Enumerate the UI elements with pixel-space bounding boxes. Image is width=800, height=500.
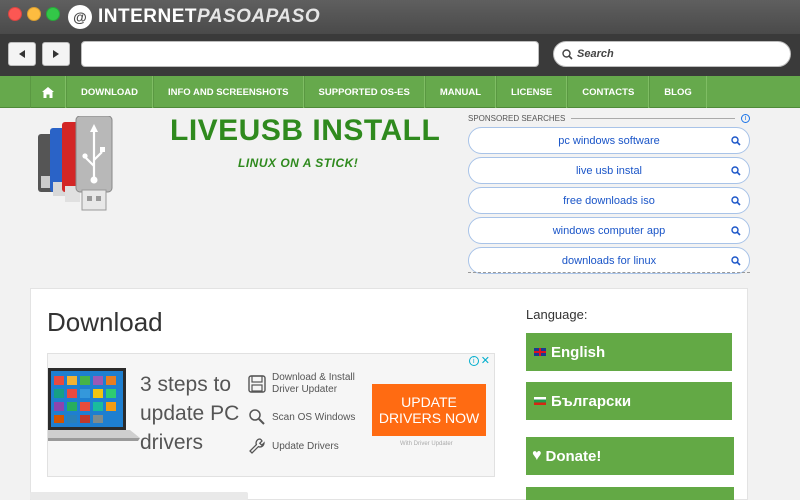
site-nav-menu: DOWNLOAD INFO AND SCREENSHOTS SUPPORTED … (0, 76, 800, 108)
window-titlebar: @ INTERNET PASOAPASO (0, 0, 800, 34)
ad-step-label: Download & Install Driver Updater (272, 372, 355, 395)
search-icon (731, 226, 741, 236)
language-label: Language: (526, 307, 588, 322)
forward-button[interactable] (42, 42, 70, 66)
sponsored-divider (468, 272, 750, 273)
right-arrow-icon (53, 50, 59, 58)
content-panel: Download i ✕ 3 steps to update PC driver… (30, 288, 748, 500)
sponsored-link-label: pc windows software (558, 134, 660, 147)
nav-home[interactable] (30, 76, 66, 108)
brand-text-part1: INTERNET (98, 6, 197, 27)
search-icon (562, 48, 573, 60)
back-button[interactable] (8, 42, 36, 66)
close-window-button[interactable] (8, 7, 22, 21)
sponsored-label: SPONSORED SEARCHES (468, 113, 566, 123)
magnifier-icon (249, 409, 265, 425)
nav-supported-os[interactable]: SUPPORTED OS-ES (303, 76, 425, 108)
home-icon (42, 86, 54, 98)
sponsored-link-label: downloads for linux (561, 254, 657, 267)
search-icon (731, 166, 741, 176)
nav-contacts[interactable]: CONTACTS (567, 76, 650, 108)
nav-blog[interactable]: BLOG (649, 76, 707, 108)
bulgaria-flag-icon (534, 397, 546, 405)
ad-info-icon[interactable]: i (468, 356, 479, 366)
language-label-english: English (551, 343, 606, 361)
search-icon (731, 196, 741, 206)
donate-label: Donate! (545, 447, 602, 465)
maximize-window-button[interactable] (46, 7, 60, 21)
donate-button[interactable]: ♥ Donate! (526, 437, 734, 475)
ad-step-label: Scan OS Windows (272, 411, 356, 423)
ad-headline: 3 steps to update PC drivers (140, 373, 240, 454)
site-title: LIVEUSB INSTALL (170, 114, 441, 147)
nav-manual[interactable]: MANUAL (424, 76, 497, 108)
ad-step-scan: Scan OS Windows (248, 408, 355, 426)
left-arrow-icon (19, 50, 25, 58)
page-heading: Download (47, 307, 163, 337)
search-placeholder: Search (577, 48, 614, 60)
ad-step-update: Update Drivers (248, 437, 339, 455)
language-label-bulgarian: Български (551, 392, 632, 410)
info-icon[interactable]: i (741, 113, 750, 123)
language-bulgarian-button[interactable]: Български (526, 382, 732, 420)
sponsored-searches: SPONSORED SEARCHES i pc windows software… (468, 112, 750, 274)
sponsored-link[interactable]: downloads for linux (468, 247, 750, 274)
address-bar[interactable] (81, 41, 539, 67)
ad-subtext: With Driver Updater (400, 441, 453, 447)
uk-flag-icon (534, 348, 546, 356)
sponsored-link[interactable]: live usb instal (468, 157, 750, 184)
ad-close-icon[interactable]: ✕ (481, 356, 490, 367)
watermark-logo: @ INTERNET PASOAPASO (68, 4, 320, 30)
nav-license[interactable]: LICENSE (496, 76, 568, 108)
sponsored-link[interactable]: free downloads iso (468, 187, 750, 214)
horizontal-scrollbar[interactable] (30, 492, 248, 500)
cta-line2: DRIVERS NOW (378, 410, 480, 426)
wrench-icon (249, 438, 265, 454)
minimize-window-button[interactable] (27, 7, 41, 21)
sponsored-link[interactable]: pc windows software (468, 127, 750, 154)
update-drivers-button[interactable]: UPDATE DRIVERS NOW (372, 384, 486, 436)
ad-step-download: Download & Install Driver Updater (248, 372, 368, 396)
heart-icon: ♥ (532, 447, 542, 464)
sponsored-link[interactable]: windows computer app (468, 217, 750, 244)
nav-info-screenshots[interactable]: INFO AND SCREENSHOTS (153, 76, 304, 108)
search-icon (731, 136, 741, 146)
search-icon (731, 256, 741, 266)
save-icon (248, 375, 266, 393)
search-input[interactable]: Search (553, 41, 791, 67)
cta-line1: UPDATE (401, 394, 457, 410)
language-english-button[interactable]: English (526, 333, 732, 371)
sponsored-link-label: free downloads iso (563, 194, 655, 207)
nav-download[interactable]: DOWNLOAD (66, 76, 153, 108)
sponsored-link-label: live usb instal (575, 164, 643, 177)
sponsored-link-label: windows computer app (552, 224, 666, 237)
brand-text-part2: PASOAPASO (197, 6, 321, 27)
sidebar-button-partial[interactable] (526, 487, 734, 500)
ad-banner[interactable]: i ✕ 3 steps to update PC drivers Downloa… (47, 353, 495, 477)
site-tagline: LINUX ON A STICK! (238, 156, 359, 170)
ad-step-label: Update Drivers (272, 440, 339, 452)
laptop-illustration (48, 368, 140, 441)
usb-sticks-logo (38, 116, 113, 211)
browser-toolbar: Search (0, 34, 800, 76)
brand-logo-icon: @ (68, 5, 92, 29)
